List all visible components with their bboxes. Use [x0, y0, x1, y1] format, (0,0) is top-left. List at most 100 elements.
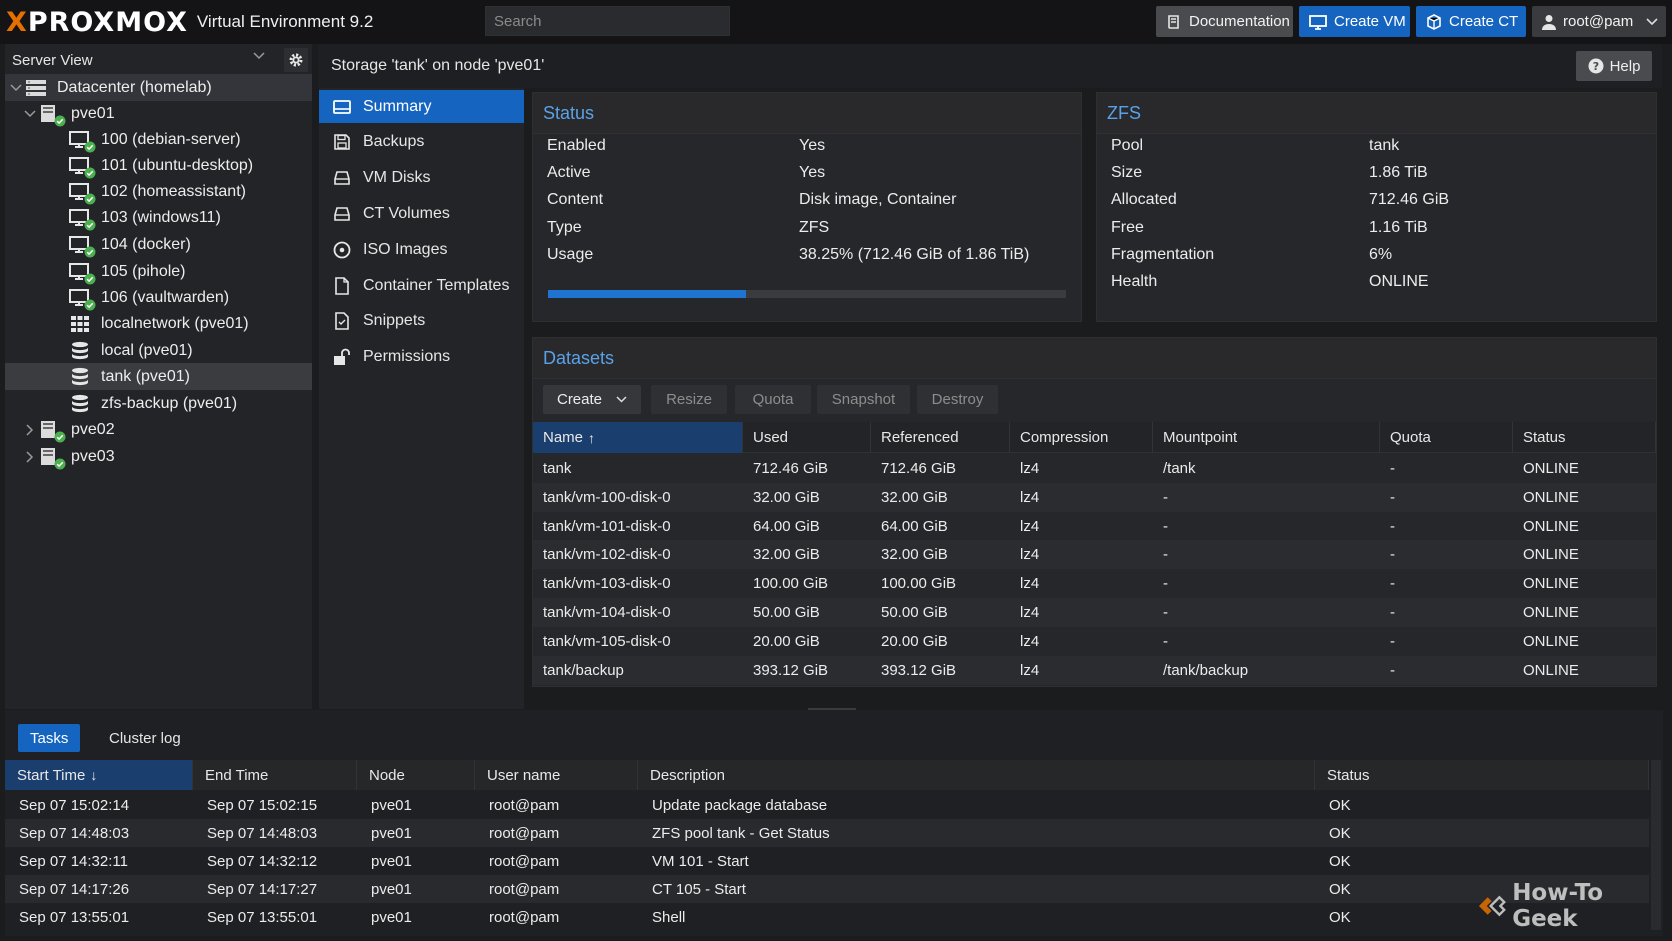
create-ct-button[interactable]: Create CT — [1416, 6, 1526, 37]
nav-item-label: VM Disks — [363, 168, 431, 186]
how-to-geek-logo-icon — [1478, 895, 1506, 917]
task-row[interactable]: Sep 07 14:48:03 Sep 07 14:48:03 pve01 root@… — [5, 819, 1649, 847]
task-row[interactable]: Sep 07 14:17:26 Sep 07 14:17:27 pve01 root@… — [5, 875, 1649, 903]
column-header-label: Start Time — [17, 766, 86, 784]
search-input[interactable] — [485, 6, 730, 36]
help-button[interactable]: ? Help — [1576, 51, 1652, 81]
task-row[interactable]: Sep 07 15:02:14 Sep 07 15:02:15 pve01 root@… — [5, 791, 1649, 819]
destroy-button[interactable]: Destroy — [917, 385, 998, 414]
content-title-bar: Storage 'tank' on node 'pve01' ? Help — [318, 44, 1662, 88]
table-cell-mountpoint: - — [1163, 604, 1168, 621]
table-row[interactable]: tank/vm-104-disk-0 50.00 GiB 50.00 GiB lz4 -… — [533, 598, 1656, 627]
column-header-quota[interactable]: Quota — [1380, 422, 1513, 453]
documentation-button[interactable]: Documentation — [1156, 6, 1293, 37]
view-selector-label: Server View — [12, 51, 93, 69]
column-header-user-name[interactable]: User name — [475, 760, 638, 790]
resize-button[interactable]: Resize — [651, 385, 727, 414]
nav-item-vm-disks[interactable]: VM Disks — [319, 161, 524, 194]
tree-toggle[interactable] — [23, 109, 37, 118]
table-cell-referenced: 50.00 GiB — [881, 604, 948, 621]
status-row-value: Yes — [799, 164, 826, 182]
table-row[interactable]: tank/vm-103-disk-0 100.00 GiB 100.00 GiB lz… — [533, 569, 1656, 598]
create-dataset-button[interactable]: Create — [543, 385, 641, 414]
table-row[interactable]: tank/vm-102-disk-0 32.00 GiB 32.00 GiB lz4 -… — [533, 540, 1656, 570]
tree-item-icon — [67, 340, 93, 362]
table-cell-used: 64.00 GiB — [753, 517, 820, 535]
table-row[interactable]: tank/vm-101-disk-0 64.00 GiB 64.00 GiB lz4 -… — [533, 512, 1656, 541]
nav-item-icon — [332, 311, 352, 330]
quota-label: Quota — [752, 391, 794, 408]
tree-item[interactable]: zfs-backup (pve01) — [5, 390, 312, 417]
proxmox-logo[interactable]: XPROXMOX Virtual Environment 9.2 — [6, 9, 373, 36]
tree-item[interactable]: Datacenter (homelab) — [5, 74, 312, 101]
column-header-compression[interactable]: Compression — [1010, 422, 1153, 453]
nav-item-iso-images[interactable]: ISO Images — [319, 233, 524, 266]
user-menu-button[interactable]: root@pam — [1532, 6, 1666, 37]
tree-item-label: pve03 — [71, 447, 115, 465]
tree-item[interactable]: 104 (docker) — [5, 231, 312, 258]
table-row[interactable]: tank/backup 393.12 GiB 393.12 GiB lz4/tank/… — [533, 655, 1656, 685]
column-header-mountpoint[interactable]: Mountpoint — [1153, 422, 1380, 453]
column-header-status[interactable]: Status — [1513, 422, 1656, 453]
tree-toggle[interactable] — [23, 423, 37, 436]
product-version: Virtual Environment 9.2 — [196, 12, 374, 31]
tab-cluster-log[interactable]: Cluster log — [97, 724, 193, 752]
zfs-row-label: Free — [1111, 218, 1144, 236]
nav-item-icon — [332, 133, 352, 150]
column-header-description[interactable]: Description — [638, 760, 1315, 790]
column-header-label: Name — [543, 429, 584, 446]
tree-item[interactable]: pve01 — [5, 100, 312, 127]
task-row[interactable]: Sep 07 13:55:01 Sep 07 13:55:01 pve01 root@… — [5, 903, 1649, 931]
tree-item[interactable]: local (pve01) — [5, 337, 312, 364]
nav-item-backups[interactable]: Backups — [319, 125, 524, 158]
table-row[interactable]: tank/vm-105-disk-0 20.00 GiB 20.00 GiB lz4 -… — [533, 627, 1656, 656]
resize-label: Resize — [666, 391, 712, 408]
tree-item[interactable]: 103 (windows11) — [5, 204, 312, 231]
tree-settings-button[interactable] — [284, 48, 308, 72]
tree-toggle[interactable] — [9, 83, 23, 92]
column-header-status[interactable]: Status — [1315, 760, 1649, 790]
view-selector[interactable]: Server View — [5, 44, 312, 76]
tree-item[interactable]: 105 (pihole) — [5, 258, 312, 285]
column-header-name[interactable]: Name ↑ — [533, 422, 743, 453]
create-vm-button[interactable]: Create VM — [1299, 6, 1410, 37]
table-cell-quota: - — [1390, 488, 1395, 506]
column-header-start-time[interactable]: Start Time ↓ — [5, 760, 193, 790]
nav-item-summary[interactable]: Summary — [319, 90, 524, 123]
nav-item-snippets[interactable]: Snippets — [319, 304, 524, 337]
task-cell-status: OK — [1329, 796, 1351, 814]
table-cell-name: tank — [543, 460, 572, 477]
tab-tasks[interactable]: Tasks — [18, 724, 81, 752]
tree-toggle[interactable] — [23, 450, 37, 463]
column-header-used[interactable]: Used — [743, 422, 871, 453]
nav-item-permissions[interactable]: Permissions — [319, 340, 524, 373]
snapshot-button[interactable]: Snapshot — [817, 385, 910, 414]
tree-item[interactable]: 101 (ubuntu-desktop) — [5, 152, 312, 179]
book-icon — [1168, 14, 1179, 29]
nav-item-ct-volumes[interactable]: CT Volumes — [319, 197, 524, 230]
table-cell-compression: lz4 — [1020, 488, 1040, 506]
table-row[interactable]: tank/vm-100-disk-0 32.00 GiB 32.00 GiB lz4 -… — [533, 482, 1656, 512]
column-header-referenced[interactable]: Referenced — [871, 422, 1010, 453]
zfs-panel: ZFS Pool tank Size 1.86 TiB Allocated 712.46 … — [1096, 92, 1657, 322]
monitor-icon — [1309, 14, 1327, 30]
table-cell-name: tank/vm-105-disk-0 — [543, 632, 671, 650]
tree-item[interactable]: pve03 — [5, 443, 312, 470]
quota-button[interactable]: Quota — [735, 385, 811, 414]
nav-item-container-templates[interactable]: Container Templates — [319, 269, 524, 302]
tree-item[interactable]: pve02 — [5, 416, 312, 443]
tree-item[interactable]: 106 (vaultwarden) — [5, 284, 312, 311]
tree-expand-icon — [26, 423, 34, 436]
tree-item[interactable]: 100 (debian-server) — [5, 126, 312, 153]
status-row-value: ZFS — [799, 218, 830, 236]
column-header-end-time[interactable]: End Time — [193, 760, 357, 790]
table-cell-compression: lz4 — [1020, 546, 1040, 564]
nav-item-icon — [332, 206, 352, 222]
tree-item[interactable]: localnetwork (pve01) — [5, 310, 312, 337]
tree-item[interactable]: 102 (homeassistant) — [5, 178, 312, 205]
table-row[interactable]: tank 712.46 GiB 712.46 GiB lz4/tank - ONLINE — [533, 454, 1656, 483]
task-row[interactable]: Sep 07 14:32:11 Sep 07 14:32:12 pve01 root@… — [5, 847, 1649, 875]
status-row-value: 38.25% (712.46 GiB of 1.86 TiB) — [799, 245, 1030, 263]
column-header-node[interactable]: Node — [357, 760, 475, 790]
tree-item[interactable]: tank (pve01) — [5, 363, 312, 390]
